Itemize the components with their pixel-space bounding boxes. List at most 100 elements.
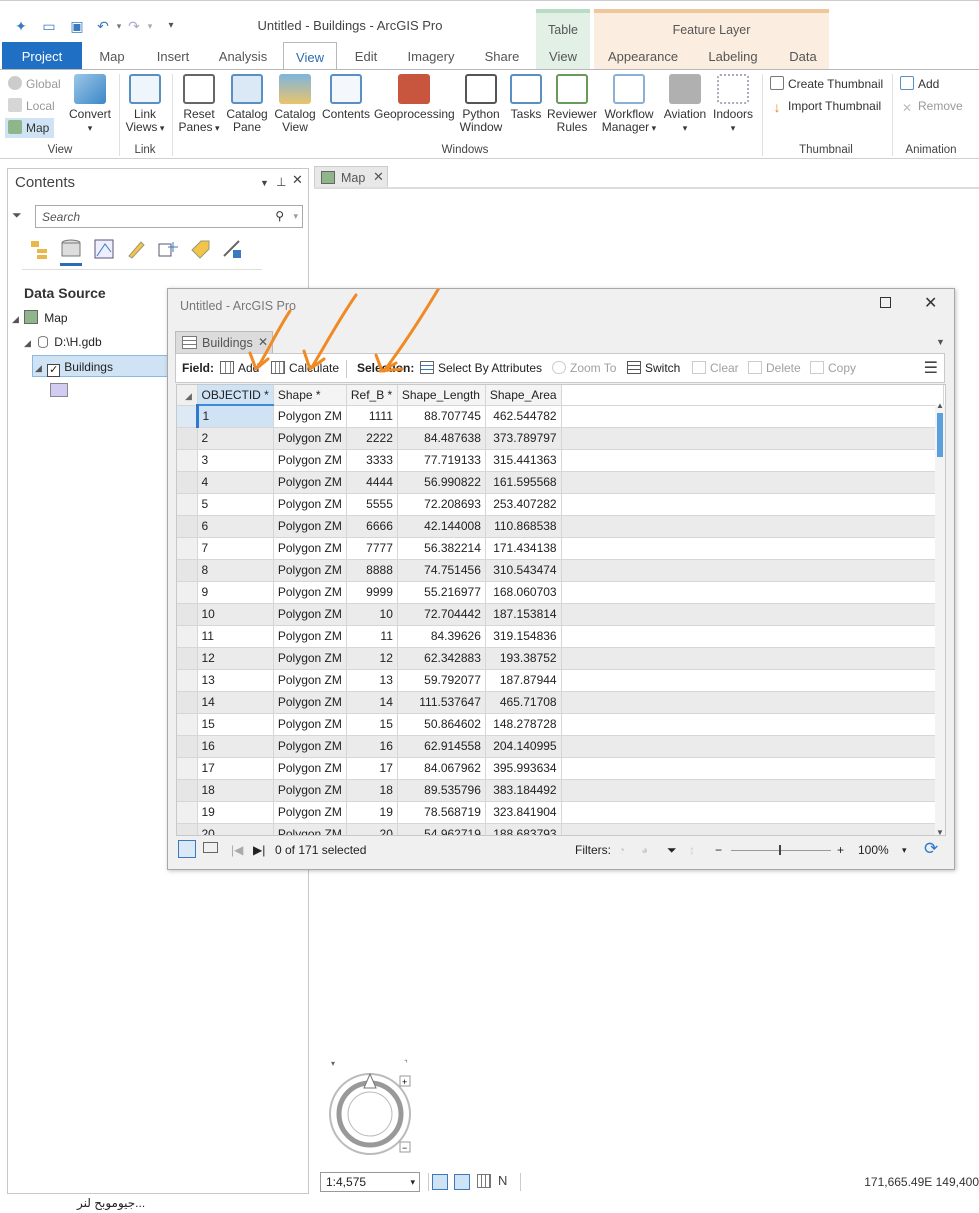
cell-ref-b[interactable]: 14 bbox=[346, 691, 398, 714]
cell-objectid[interactable]: 13 bbox=[197, 669, 274, 692]
cell-shape-length[interactable]: 84.487638 bbox=[397, 427, 486, 450]
cell-shape[interactable]: Polygon ZM bbox=[273, 801, 347, 824]
scale-selector[interactable]: 1:4,575 ▾ bbox=[320, 1172, 420, 1192]
cell-ref-b[interactable]: 5555 bbox=[346, 493, 398, 516]
cell-objectid[interactable]: 20 bbox=[197, 823, 274, 835]
zoom-dropdown-icon[interactable]: ▾ bbox=[902, 845, 907, 856]
cell-ref-b[interactable]: 18 bbox=[346, 779, 398, 802]
table-row[interactable]: 8 Polygon ZM 8888 74.751456 310.543474 bbox=[177, 559, 944, 582]
cell-shape[interactable]: Polygon ZM bbox=[273, 757, 347, 780]
tab-labeling[interactable]: Labeling bbox=[702, 42, 764, 69]
cell-shape[interactable]: Polygon ZM bbox=[273, 405, 347, 428]
cell-ref-b[interactable]: 10 bbox=[346, 603, 398, 626]
switch-selection-button[interactable]: Switch bbox=[627, 361, 680, 375]
filter-range-icon[interactable]: ↕ bbox=[689, 843, 695, 857]
cell-shape[interactable]: Polygon ZM bbox=[273, 713, 347, 736]
first-record-icon[interactable]: |◀ bbox=[231, 843, 243, 857]
table-row[interactable]: 12 Polygon ZM 12 62.342883 193.38752 bbox=[177, 647, 944, 670]
cell-objectid[interactable]: 6 bbox=[197, 515, 274, 538]
list-by-snapping-icon[interactable] bbox=[157, 238, 179, 260]
cell-objectid[interactable]: 18 bbox=[197, 779, 274, 802]
refresh-icon[interactable]: ⟳ bbox=[924, 839, 938, 859]
scroll-up-icon[interactable]: ▲ bbox=[936, 401, 944, 410]
selection-chip-icon[interactable] bbox=[454, 1174, 470, 1190]
tree-item-map[interactable]: ◢ Map bbox=[12, 307, 68, 329]
row-header[interactable] bbox=[177, 581, 198, 604]
global-view-button[interactable]: Global bbox=[8, 74, 61, 94]
cell-shape[interactable]: Polygon ZM bbox=[273, 537, 347, 560]
table-row[interactable]: 3 Polygon ZM 3333 77.719133 315.441363 bbox=[177, 449, 944, 472]
cell-shape-area[interactable]: 193.38752 bbox=[485, 647, 562, 670]
row-header[interactable] bbox=[177, 691, 198, 714]
cell-objectid[interactable]: 2 bbox=[197, 427, 274, 450]
row-header[interactable] bbox=[177, 647, 198, 670]
navigator-inner-circle[interactable] bbox=[347, 1091, 393, 1137]
cell-ref-b[interactable]: 16 bbox=[346, 735, 398, 758]
cell-shape-area[interactable]: 148.278728 bbox=[485, 713, 562, 736]
clear-selection-button[interactable]: Clear bbox=[692, 361, 739, 375]
cell-shape-area[interactable]: 187.153814 bbox=[485, 603, 562, 626]
copy-button[interactable]: Copy bbox=[810, 361, 856, 375]
north-correction-icon[interactable]: N bbox=[498, 1173, 507, 1188]
cell-shape[interactable]: Polygon ZM bbox=[273, 779, 347, 802]
grid-icon[interactable] bbox=[477, 1174, 491, 1188]
tab-analysis[interactable]: Analysis bbox=[212, 42, 274, 69]
cell-objectid[interactable]: 9 bbox=[197, 581, 274, 604]
cell-shape-length[interactable]: 84.39626 bbox=[397, 625, 486, 648]
cell-shape[interactable]: Polygon ZM bbox=[273, 515, 347, 538]
layer-symbol-swatch[interactable] bbox=[50, 383, 68, 397]
list-by-drawing-order-icon[interactable] bbox=[29, 238, 51, 260]
cell-shape-area[interactable]: 323.841904 bbox=[485, 801, 562, 824]
cell-ref-b[interactable]: 20 bbox=[346, 823, 398, 835]
cell-shape[interactable]: Polygon ZM bbox=[273, 427, 347, 450]
indoors-button[interactable]: Indoors ▾ bbox=[710, 74, 756, 135]
table-row[interactable]: 14 Polygon ZM 14 111.537647 465.71708 bbox=[177, 691, 944, 714]
convert-button[interactable]: Convert ▾ bbox=[66, 74, 114, 135]
zoom-in-icon[interactable]: + bbox=[837, 843, 844, 857]
list-by-perspective-icon[interactable] bbox=[221, 238, 243, 260]
cell-shape[interactable]: Polygon ZM bbox=[273, 647, 347, 670]
row-header[interactable] bbox=[177, 427, 198, 450]
cell-shape-length[interactable]: 62.914558 bbox=[397, 735, 486, 758]
cell-shape-area[interactable]: 161.595568 bbox=[485, 471, 562, 494]
cell-shape-area[interactable]: 110.868538 bbox=[485, 515, 562, 538]
row-header[interactable] bbox=[177, 735, 198, 758]
list-by-data-source-icon[interactable] bbox=[60, 238, 82, 266]
cell-shape[interactable]: Polygon ZM bbox=[273, 691, 347, 714]
cell-shape-length[interactable]: 74.751456 bbox=[397, 559, 486, 582]
collapse-icon[interactable]: ◢ bbox=[12, 314, 19, 324]
cell-objectid[interactable]: 19 bbox=[197, 801, 274, 824]
map-view-button[interactable]: Map bbox=[5, 118, 55, 138]
close-tab-icon[interactable]: ✕ bbox=[373, 169, 384, 185]
cell-shape-area[interactable]: 168.060703 bbox=[485, 581, 562, 604]
search-icon[interactable]: ⚲ bbox=[275, 209, 284, 223]
row-header[interactable] bbox=[177, 757, 198, 780]
collapse-icon[interactable]: ◢ bbox=[24, 338, 31, 348]
tab-appearance[interactable]: Appearance bbox=[600, 42, 686, 69]
cell-objectid[interactable]: 5 bbox=[197, 493, 274, 516]
column-header-objectid[interactable]: OBJECTID * bbox=[197, 385, 274, 406]
pin-icon[interactable]: ⊥ bbox=[276, 175, 286, 189]
buildings-table-tab[interactable]: Buildings ✕ bbox=[175, 331, 273, 353]
row-header[interactable] bbox=[177, 515, 198, 538]
tab-edit[interactable]: Edit bbox=[344, 42, 388, 69]
zoom-slider[interactable] bbox=[731, 850, 831, 851]
cell-ref-b[interactable]: 19 bbox=[346, 801, 398, 824]
delete-button[interactable]: Delete bbox=[748, 361, 801, 375]
reset-panes-button[interactable]: Reset Panes ▾ bbox=[176, 74, 222, 135]
row-header[interactable] bbox=[177, 537, 198, 560]
table-row[interactable]: 4 Polygon ZM 4444 56.990822 161.595568 bbox=[177, 471, 944, 494]
zoom-out-icon[interactable]: − bbox=[715, 843, 722, 857]
row-header[interactable] bbox=[177, 823, 198, 835]
tab-project[interactable]: Project bbox=[2, 42, 82, 69]
cell-shape-length[interactable]: 78.568719 bbox=[397, 801, 486, 824]
table-row[interactable]: 19 Polygon ZM 19 78.568719 323.841904 bbox=[177, 801, 944, 824]
cell-shape-length[interactable]: 84.067962 bbox=[397, 757, 486, 780]
last-record-icon[interactable]: ▶| bbox=[253, 843, 265, 857]
row-header[interactable] bbox=[177, 493, 198, 516]
cell-shape-area[interactable]: 462.544782 bbox=[485, 405, 562, 428]
filter-definition-query-icon[interactable]: ⏷ bbox=[667, 843, 677, 858]
tab-list-dropdown-icon[interactable]: ▼ bbox=[936, 337, 945, 347]
cell-objectid[interactable]: 3 bbox=[197, 449, 274, 472]
column-header-shape-length[interactable]: Shape_Length bbox=[397, 385, 486, 406]
